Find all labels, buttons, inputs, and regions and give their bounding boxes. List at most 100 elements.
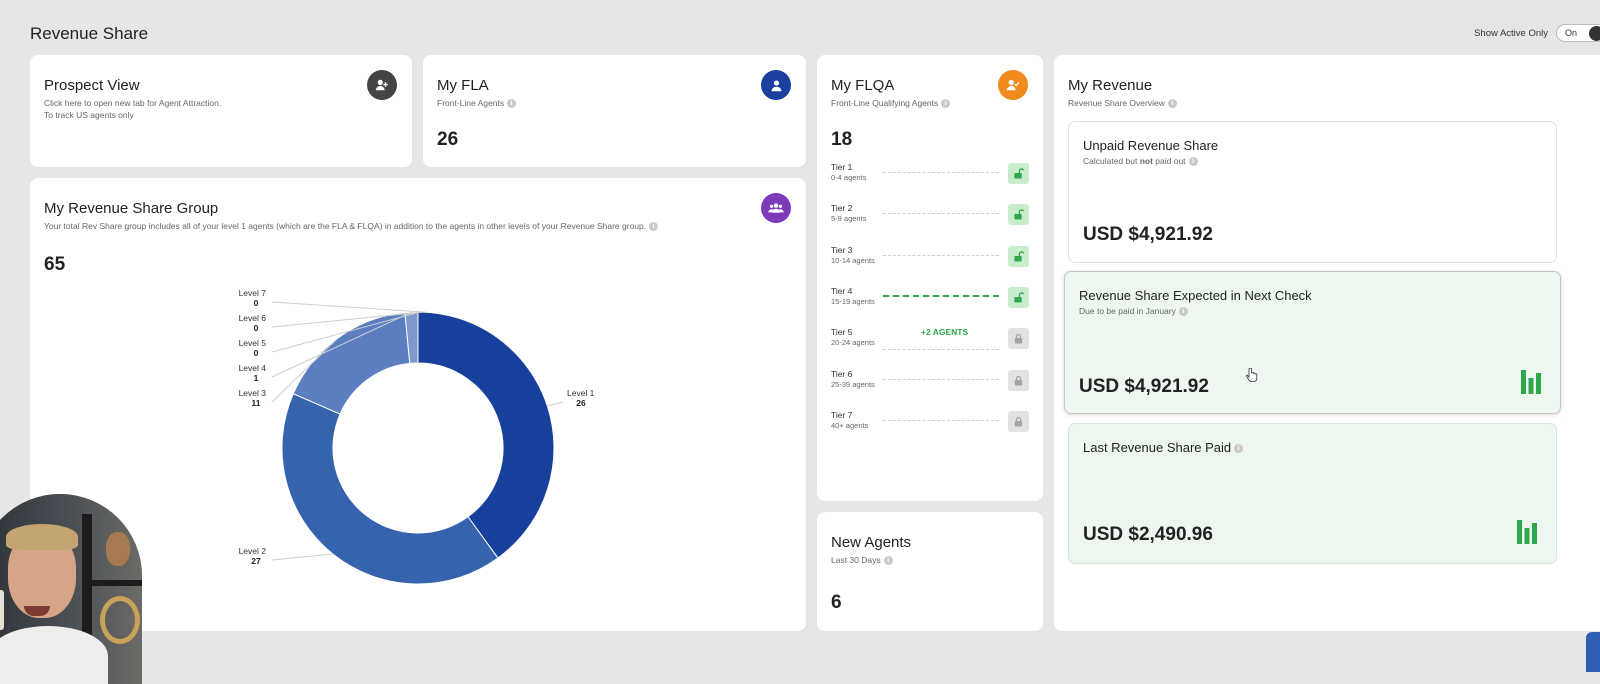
pie-value-label: 0 <box>254 298 259 308</box>
info-icon[interactable]: i <box>1188 157 1198 167</box>
tier-row: Tier 6 25-39 agents <box>831 369 1029 395</box>
tier-range: 0-4 agents <box>831 173 867 182</box>
revenue-subtitle: Revenue Share Overview i <box>1068 97 1177 109</box>
tier-progress-line <box>883 349 999 351</box>
my-revenue-card: My Revenue Revenue Share Overview i Unpai… <box>1054 55 1600 631</box>
tier-row: Tier 3 10-14 agents <box>831 245 1029 271</box>
unpaid-title: Unpaid Revenue Share <box>1083 138 1219 153</box>
tier-name: Tier 2 <box>831 203 853 214</box>
show-active-label: Show Active Only <box>1474 27 1548 39</box>
pie-category-label: Level 6 <box>239 313 267 323</box>
tier-progress-line <box>883 172 999 173</box>
pie-slice-level-1[interactable] <box>417 311 555 559</box>
tier-row: Tier 5 20-24 agents +2 AGENTS <box>831 327 1029 353</box>
user-check-icon <box>998 70 1028 100</box>
tier-range: 40+ agents <box>831 420 869 430</box>
unlocked-icon <box>1008 286 1029 308</box>
revenue-group-donut-chart: Level 126 Level 227 Level 311 Level 41 Level… <box>239 288 595 585</box>
flqa-subtitle: Front-Line Qualifying Agents i <box>831 97 951 109</box>
info-icon[interactable]: i <box>941 99 951 109</box>
expected-subtitle: Due to be paid in January i <box>1079 306 1188 317</box>
toggle-state: On <box>1565 28 1578 38</box>
my-fla-card: My FLA Front-Line Agents i 26 <box>423 55 806 167</box>
prospect-line2: To track US agents only <box>44 110 134 120</box>
pie-value-label: 11 <box>252 398 261 408</box>
pie-category-label: Level 4 <box>239 363 267 373</box>
pie-category-label: Level 5 <box>239 338 267 348</box>
last-title: Last Revenue Share Paid i <box>1083 440 1244 455</box>
unpaid-revenue-box: Unpaid Revenue Share Calculated but not … <box>1068 121 1557 263</box>
expected-revenue-box[interactable]: Revenue Share Expected in Next Check Due… <box>1064 271 1561 414</box>
show-active-toggle[interactable]: On <box>1556 24 1600 42</box>
unlocked-icon <box>1008 163 1029 184</box>
tier-progress-line <box>883 213 999 215</box>
tier-progress-line <box>883 419 999 421</box>
tier-range: 15-19 agents <box>831 296 875 306</box>
unpaid-amount: USD $4,921.92 <box>1083 224 1213 245</box>
pie-value-label: 0 <box>254 348 259 358</box>
prospect-title: Prospect View <box>44 77 140 94</box>
last-amount: USD $2,490.96 <box>1083 524 1213 545</box>
info-icon[interactable]: i <box>1234 444 1244 454</box>
pie-value-label: 27 <box>251 556 261 566</box>
bar-chart-icon[interactable] <box>1516 518 1538 544</box>
expected-title: Revenue Share Expected in Next Check <box>1079 288 1312 303</box>
bar-chart-icon[interactable] <box>1520 368 1542 394</box>
lock-icon <box>1008 369 1029 391</box>
show-active-toggle-group: Show Active Only On <box>1474 24 1600 42</box>
tier-range: 25-39 agents <box>831 379 875 389</box>
pie-slice-level-3[interactable] <box>292 312 411 415</box>
fla-title: My FLA <box>437 77 489 94</box>
pie-category-label: Level 3 <box>239 388 267 398</box>
tier-name: Tier 7 <box>831 409 853 420</box>
new-agents-card: New Agents Last 30 Days i 6 <box>817 512 1043 631</box>
tier-name: Tier 3 <box>831 244 853 255</box>
tier-row: Tier 2 5-9 agents <box>831 203 1029 229</box>
tier-progress-line <box>883 378 999 380</box>
info-icon[interactable]: i <box>1178 307 1188 317</box>
help-tab[interactable] <box>1586 632 1600 672</box>
pie-leader-line <box>271 301 427 313</box>
new-agents-title: New Agents <box>831 534 912 551</box>
new-agents-subtitle: Last 30 Days i <box>831 554 893 566</box>
tier-name: Tier 6 <box>831 368 853 379</box>
unpaid-subtitle: Calculated but not paid out i <box>1083 156 1198 167</box>
lock-icon <box>1008 328 1029 350</box>
tier-range: 20-24 agents <box>831 338 875 348</box>
pie-category-label: Level 2 <box>239 546 267 556</box>
my-flqa-card: My FLQA Front-Line Qualifying Agents i 18… <box>817 55 1043 501</box>
tier-row: Tier 1 0-4 agents <box>831 162 1029 188</box>
prospect-view-card[interactable]: Prospect View Click here to open new tab… <box>30 55 412 167</box>
cursor-icon <box>1246 368 1258 382</box>
user-icon <box>761 70 791 100</box>
fla-count: 26 <box>437 129 459 150</box>
tier-range: 10-14 agents <box>831 255 875 265</box>
tier-progress-line <box>883 254 999 256</box>
tier-extra-agents: +2 AGENTS <box>921 327 969 338</box>
info-icon[interactable]: i <box>507 99 517 109</box>
pie-category-label: Level 7 <box>239 288 267 298</box>
tier-progress-line <box>883 294 999 297</box>
pie-category-label: Level 1 <box>567 388 595 398</box>
toggle-knob[interactable] <box>1589 26 1600 41</box>
unlocked-icon <box>1008 204 1029 226</box>
presenter-video <box>0 494 142 684</box>
flqa-count: 18 <box>831 129 853 150</box>
add-user-icon[interactable] <box>367 70 397 100</box>
info-icon[interactable]: i <box>1167 99 1177 109</box>
tier-row: Tier 4 15-19 agents <box>831 286 1029 312</box>
info-icon[interactable]: i <box>883 556 893 566</box>
flqa-title: My FLQA <box>831 77 895 94</box>
fla-subtitle: Front-Line Agents i <box>437 97 517 109</box>
new-agents-count: 6 <box>831 592 842 613</box>
last-revenue-box: Last Revenue Share Paid i USD $2,490.96 <box>1068 423 1557 564</box>
tier-row: Tier 7 40+ agents <box>831 410 1029 436</box>
unlocked-icon <box>1008 245 1029 267</box>
lock-icon <box>1008 410 1029 432</box>
expected-amount: USD $4,921.92 <box>1079 376 1209 397</box>
revenue-share-group-card: My Revenue Share Group Your total Rev Sh… <box>30 178 806 631</box>
tier-name: Tier 4 <box>831 285 853 296</box>
page-title: Revenue Share <box>30 24 149 43</box>
tier-name: Tier 5 <box>831 327 853 338</box>
prospect-line1: Click here to open new tab for Agent Att… <box>44 98 222 108</box>
